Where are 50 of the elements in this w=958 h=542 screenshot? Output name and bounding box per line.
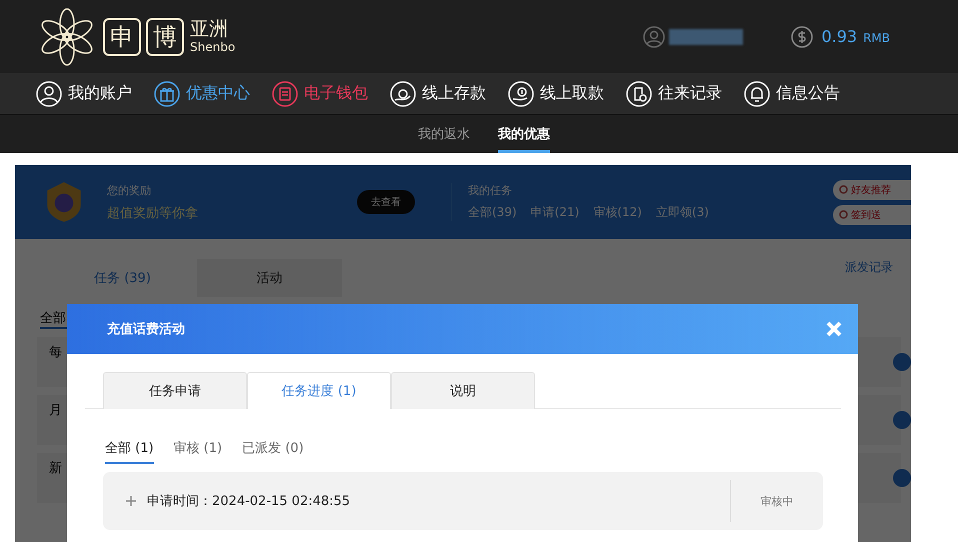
plus-icon[interactable] bbox=[125, 495, 137, 507]
side-button[interactable]: 好友推荐 bbox=[833, 180, 911, 200]
task-title: 月 bbox=[49, 402, 63, 419]
status-filter-tab[interactable]: 审核 (1) bbox=[174, 439, 222, 464]
wallet-icon bbox=[272, 80, 298, 106]
nav-item[interactable]: 优惠中心 bbox=[154, 80, 250, 106]
apply-time-text: 申请时间：2024-02-15 02:48:55 bbox=[147, 493, 350, 510]
view-button[interactable]: 去查看 bbox=[357, 190, 415, 214]
bell-icon bbox=[744, 80, 770, 106]
close-icon[interactable] bbox=[826, 321, 842, 337]
task-title: 新 bbox=[49, 460, 63, 477]
subnav-tab[interactable]: 我的返水 bbox=[418, 115, 470, 153]
nav-item[interactable]: 线上取款 bbox=[508, 80, 604, 106]
balance-amount: 0.93 bbox=[821, 27, 858, 46]
record-status: 审核中 bbox=[730, 480, 823, 522]
nav-item[interactable]: 我的账户 bbox=[36, 80, 132, 106]
toggle-icon[interactable] bbox=[893, 353, 911, 371]
task-title: 每 bbox=[49, 344, 63, 361]
dialog-tab[interactable]: 任务申请 bbox=[103, 372, 247, 409]
coin-hand-icon bbox=[390, 80, 416, 106]
currency-label: RMB bbox=[863, 31, 890, 45]
dialog-tab[interactable]: 任务进度 (1) bbox=[247, 372, 391, 409]
reward-text: 超值奖励等你拿 bbox=[107, 204, 198, 222]
nav-item[interactable]: 往来记录 bbox=[626, 80, 722, 106]
person-icon bbox=[36, 80, 62, 106]
dialog-title: 充值话费活动 bbox=[107, 320, 185, 338]
dialog-tab[interactable]: 说明 bbox=[391, 372, 535, 409]
dollar-icon bbox=[791, 26, 814, 48]
logo-region-text: 亚洲 bbox=[190, 20, 229, 39]
person-icon bbox=[643, 26, 666, 48]
side-button[interactable]: 签到送 bbox=[833, 204, 911, 224]
subnav-tab[interactable]: 我的优惠 bbox=[498, 115, 550, 153]
document-clock-icon bbox=[626, 80, 652, 106]
dot-icon bbox=[839, 185, 848, 194]
dollar-hand-icon bbox=[508, 80, 534, 106]
toggle-icon[interactable] bbox=[893, 469, 911, 487]
status-filter-tab[interactable]: 已派发 (0) bbox=[242, 439, 304, 464]
reward-caption: 您的奖励 bbox=[107, 182, 151, 198]
logo-character: 博 bbox=[146, 18, 184, 56]
task-tab[interactable]: 活动 bbox=[197, 259, 342, 297]
nav-item[interactable]: 信息公告 bbox=[744, 80, 840, 106]
status-filter-tab[interactable]: 全部 (1) bbox=[105, 439, 154, 464]
nav-item[interactable]: 线上存款 bbox=[390, 80, 486, 106]
logo-latin-text: Shenbo bbox=[190, 41, 236, 53]
nav-item[interactable]: 电子钱包 bbox=[272, 80, 368, 106]
gift-icon bbox=[154, 80, 180, 106]
toggle-icon[interactable] bbox=[893, 411, 911, 429]
logo-character: 申 bbox=[103, 18, 141, 56]
dot-icon bbox=[839, 210, 848, 219]
tasks-caption: 我的任务 bbox=[468, 183, 512, 198]
